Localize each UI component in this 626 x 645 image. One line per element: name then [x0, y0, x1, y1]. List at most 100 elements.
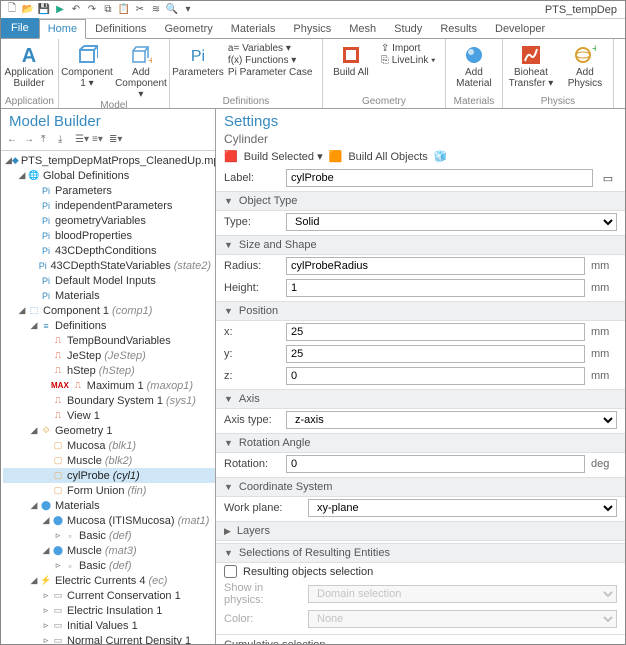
tree-twisty-icon[interactable]: ◢: [29, 575, 39, 586]
tree-item[interactable]: ◢⬚Component 1(comp1): [3, 303, 215, 318]
tree-item[interactable]: ◢◆PTS_tempDepMatProps_CleanedUp.mph(root…: [3, 153, 215, 168]
section-size-shape[interactable]: ▼Size and Shape: [216, 235, 625, 255]
tree-twisty-icon[interactable]: ◢: [29, 425, 39, 436]
section-layers[interactable]: ▶Layers: [216, 521, 625, 541]
tree-twisty-icon[interactable]: ◢: [29, 500, 39, 511]
tree-twisty-icon[interactable]: ◢: [17, 305, 27, 316]
qat-dropdown-icon[interactable]: ▾: [181, 3, 195, 17]
tab-home[interactable]: Home: [39, 19, 86, 39]
tree-item[interactable]: PigeometryVariables: [3, 213, 215, 228]
tree-twisty-icon[interactable]: ▹: [53, 560, 63, 571]
functions-button[interactable]: f(x) Functions ▾: [228, 55, 318, 66]
tree-twisty-icon[interactable]: ▹: [41, 605, 51, 616]
tab-file[interactable]: File: [1, 18, 39, 38]
parameters-button[interactable]: Pi Parameters: [174, 41, 222, 96]
tree-item[interactable]: ◢⬤Mucosa (ITISMucosa)(mat1): [3, 513, 215, 528]
section-object-type[interactable]: ▼Object Type: [216, 191, 625, 211]
qat-copy-icon[interactable]: ⧉: [101, 3, 115, 17]
tree-item[interactable]: ◢⚡Electric Currents 4(ec): [3, 573, 215, 588]
build-extra-icon[interactable]: 🧊: [434, 150, 448, 163]
bioheat-button[interactable]: Bioheat Transfer ▾: [507, 41, 555, 96]
tree-twisty-icon[interactable]: ◢: [17, 170, 27, 181]
label-tag-icon[interactable]: ▭: [599, 172, 617, 185]
tree-item[interactable]: ⎍Boundary System 1(sys1): [3, 393, 215, 408]
tree-item[interactable]: ◢⬤Muscle(mat3): [3, 543, 215, 558]
tab-geometry[interactable]: Geometry: [155, 18, 221, 38]
qat-cut-icon[interactable]: ✂: [133, 3, 147, 17]
collapse-icon[interactable]: ☰▾: [75, 134, 89, 148]
radius-input[interactable]: [286, 257, 585, 275]
qat-zoom-icon[interactable]: 🔍: [165, 3, 179, 17]
tree-item[interactable]: ⎍View 1: [3, 408, 215, 423]
tree-item[interactable]: PibloodProperties: [3, 228, 215, 243]
tab-materials[interactable]: Materials: [222, 18, 285, 38]
tree-item[interactable]: Pi43CDepthConditions: [3, 243, 215, 258]
build-selected-button[interactable]: Build Selected ▾: [244, 150, 323, 163]
tree-opts-icon[interactable]: ≡▾: [92, 134, 106, 148]
section-axis[interactable]: ▼Axis: [216, 389, 625, 409]
import-button[interactable]: ⇪ Import: [381, 43, 441, 54]
tree-item[interactable]: ▹▭Current Conservation 1: [3, 588, 215, 603]
tree-item[interactable]: PiindependentParameters: [3, 198, 215, 213]
qat-run-icon[interactable]: ▶: [53, 3, 67, 17]
component-button[interactable]: Component 1 ▾: [63, 41, 111, 100]
add-physics-button[interactable]: + Add Physics: [561, 41, 609, 96]
build-mesh-button[interactable]: Build Mesh: [618, 41, 625, 96]
tree-item[interactable]: ▢Mucosa(blk1): [3, 438, 215, 453]
tree-twisty-icon[interactable]: ▹: [41, 590, 51, 601]
rotation-input[interactable]: [286, 455, 585, 473]
z-input[interactable]: [286, 367, 585, 385]
tab-definitions[interactable]: Definitions: [86, 18, 155, 38]
tree-twisty-icon[interactable]: ▹: [53, 530, 63, 541]
tree-item[interactable]: ▹▭Electric Insulation 1: [3, 603, 215, 618]
tree-item[interactable]: ▹▫Basic(def): [3, 558, 215, 573]
tree-item[interactable]: ▢Form Union(fin): [3, 483, 215, 498]
qat-save-icon[interactable]: 💾: [37, 3, 51, 17]
label-input[interactable]: [286, 169, 593, 187]
livelink-button[interactable]: ⎘ LiveLink ▾: [381, 55, 441, 66]
tree-twisty-icon[interactable]: ▹: [41, 620, 51, 631]
qat-redo-icon[interactable]: ↷: [85, 3, 99, 17]
build-all-button[interactable]: Build All: [327, 41, 375, 96]
tab-study[interactable]: Study: [385, 18, 431, 38]
tree-item[interactable]: Pi43CDepthStateVariables(state2): [3, 258, 215, 273]
tree-item[interactable]: MAX⎍Maximum 1(maxop1): [3, 378, 215, 393]
qat-db-icon[interactable]: ≋: [149, 3, 163, 17]
section-coord[interactable]: ▼Coordinate System: [216, 477, 625, 497]
tree-item[interactable]: ▹▫Basic(def): [3, 528, 215, 543]
workplane-select[interactable]: xy-plane: [308, 499, 617, 517]
section-rotation[interactable]: ▼Rotation Angle: [216, 433, 625, 453]
tab-results[interactable]: Results: [431, 18, 486, 38]
add-material-button[interactable]: Add Material: [450, 41, 498, 96]
section-selections[interactable]: ▼Selections of Resulting Entities: [216, 543, 625, 563]
qat-new-icon[interactable]: 🗋: [5, 3, 19, 17]
x-input[interactable]: [286, 323, 585, 341]
tree-item[interactable]: PiDefault Model Inputs: [3, 273, 215, 288]
tree-twisty-icon[interactable]: ◢: [29, 320, 39, 331]
tree-item[interactable]: ◢⟐Geometry 1: [3, 423, 215, 438]
nav-back-icon[interactable]: ←: [7, 134, 21, 148]
tree-item[interactable]: ⎍JeStep(JeStep): [3, 348, 215, 363]
tree-item[interactable]: ▢cylProbe(cyl1): [3, 468, 215, 483]
variables-button[interactable]: a= Variables ▾: [228, 43, 318, 54]
nav-fwd-icon[interactable]: →: [24, 134, 38, 148]
tree-item[interactable]: ◢⬤Materials: [3, 498, 215, 513]
tree-item[interactable]: ⎍hStep(hStep): [3, 363, 215, 378]
tree-twisty-icon[interactable]: ▹: [41, 635, 51, 644]
tree-twisty-icon[interactable]: ◢: [5, 155, 12, 166]
tree-item[interactable]: ◢🌐Global Definitions: [3, 168, 215, 183]
tree-twisty-icon[interactable]: ◢: [41, 515, 51, 526]
tree-item[interactable]: PiMaterials: [3, 288, 215, 303]
qat-open-icon[interactable]: 📂: [21, 3, 35, 17]
qat-undo-icon[interactable]: ↶: [69, 3, 83, 17]
model-tree[interactable]: ◢◆PTS_tempDepMatProps_CleanedUp.mph(root…: [1, 151, 215, 644]
add-component-button[interactable]: + Add Component ▾: [117, 41, 165, 100]
tree-item[interactable]: ⎍TempBoundVariables: [3, 333, 215, 348]
tree-item[interactable]: ▢Muscle(blk2): [3, 453, 215, 468]
tab-mesh[interactable]: Mesh: [340, 18, 385, 38]
tab-physics[interactable]: Physics: [284, 18, 340, 38]
tree-item[interactable]: PiParameters: [3, 183, 215, 198]
app-builder-button[interactable]: A Application Builder: [5, 41, 53, 96]
tree-more-icon[interactable]: ≣▾: [109, 134, 123, 148]
type-select[interactable]: Solid: [286, 213, 617, 231]
